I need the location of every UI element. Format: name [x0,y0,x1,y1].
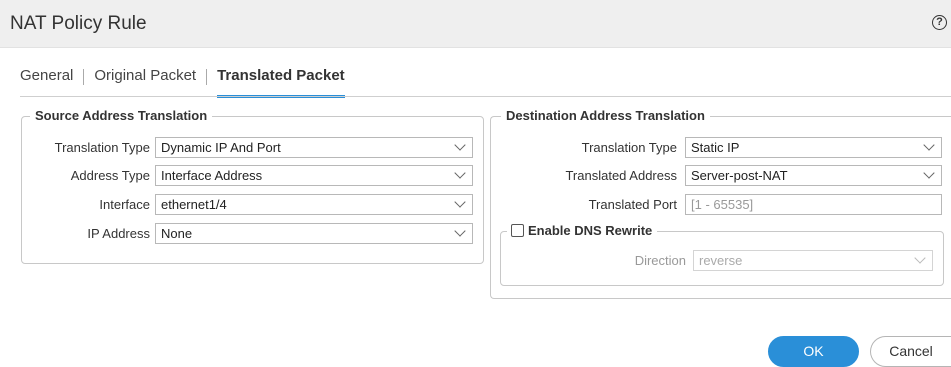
destination-translated-address-value: Server-post-NAT [691,168,788,183]
help-icon[interactable]: ? [932,15,947,30]
source-ip-address-row: IP Address None [22,223,485,244]
translated-port-input[interactable]: [1 - 65535] [685,194,942,215]
destination-translation-type-row: Translation Type Static IP [491,137,951,158]
source-ip-address-label: IP Address [87,226,150,241]
source-address-type-select[interactable]: Interface Address [155,165,473,186]
tab-translated-packet[interactable]: Translated Packet [217,64,345,98]
source-ip-address-value: None [161,226,193,241]
destination-translated-address-label: Translated Address [565,168,677,183]
source-ip-address-select[interactable]: None [155,223,473,244]
dns-direction-select: reverse [693,250,933,271]
chevron-down-icon [923,139,935,151]
source-translation-type-label: Translation Type [54,140,150,155]
destination-translation-type-label: Translation Type [581,140,677,155]
dns-rewrite-group: Enable DNS Rewrite Direction reverse [500,223,945,286]
tab-original-packet[interactable]: Original Packet [94,64,196,98]
tab-divider [83,69,85,85]
enable-dns-rewrite-checkbox[interactable] [511,224,524,237]
source-interface-label: Interface [99,197,150,212]
tabs-underline [20,96,951,97]
chevron-down-icon [923,167,935,179]
chevron-down-icon [454,167,466,179]
destination-translated-port-row: Translated Port [1 - 65535] [491,194,951,215]
chevron-down-icon [454,225,466,237]
source-interface-value: ethernet1/4 [161,197,227,212]
cancel-button[interactable]: Cancel [870,336,951,367]
dns-rewrite-legend: Enable DNS Rewrite [507,223,658,238]
chevron-down-icon [454,196,466,208]
source-address-type-row: Address Type Interface Address [22,165,485,186]
dialog-title: NAT Policy Rule [10,13,147,34]
destination-translation-type-value: Static IP [691,140,740,155]
source-translation-type-select[interactable]: Dynamic IP And Port [155,137,473,158]
source-address-type-label: Address Type [70,168,150,183]
destination-translation-type-select[interactable]: Static IP [685,137,942,158]
source-address-translation-group: Source Address Translation Translation T… [21,108,485,264]
source-address-type-value: Interface Address [161,168,263,183]
tab-divider [206,69,208,85]
destination-group-legend: Destination Address Translation [501,108,710,123]
dns-direction-label: Direction [634,253,686,268]
source-group-legend: Source Address Translation [30,108,213,123]
tab-general[interactable]: General [20,64,73,98]
source-interface-select[interactable]: ethernet1/4 [155,194,473,215]
ok-button[interactable]: OK [768,336,859,367]
dns-direction-row: Direction reverse [501,250,945,271]
destination-translated-address-select[interactable]: Server-post-NAT [685,165,942,186]
source-translation-type-value: Dynamic IP And Port [161,140,281,155]
tab-bar: General Original Packet Translated Packe… [20,64,345,98]
dns-direction-value: reverse [699,253,743,268]
enable-dns-rewrite-label[interactable]: Enable DNS Rewrite [528,223,652,238]
chevron-down-icon [914,252,926,264]
destination-translated-address-row: Translated Address Server-post-NAT [491,165,951,186]
destination-translated-port-label: Translated Port [588,197,677,212]
chevron-down-icon [454,139,466,151]
source-translation-type-row: Translation Type Dynamic IP And Port [22,137,485,158]
source-interface-row: Interface ethernet1/4 [22,194,485,215]
destination-address-translation-group: Destination Address Translation Translat… [490,108,951,299]
dialog-header: NAT Policy Rule ? [0,0,951,48]
